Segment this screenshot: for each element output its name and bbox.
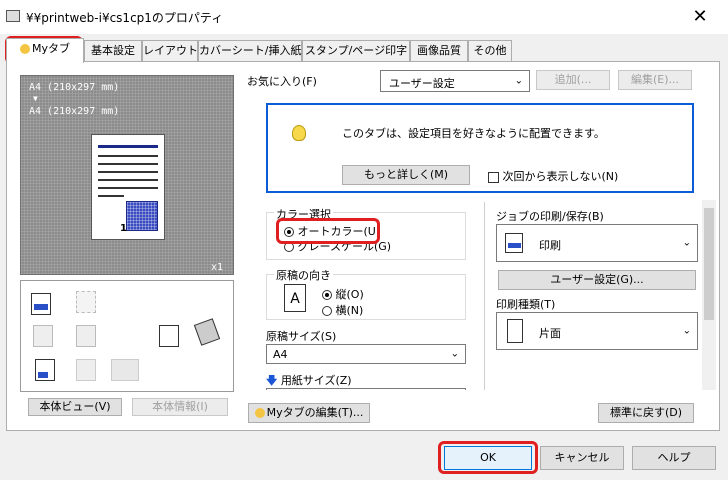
watermark-icon[interactable] (159, 325, 179, 347)
vertical-scrollbar[interactable] (702, 200, 716, 390)
tab-cover[interactable]: カバーシート/挿入紙 (198, 40, 302, 62)
close-icon[interactable]: ✕ (680, 4, 720, 30)
document-icon[interactable] (35, 359, 55, 381)
tab-image-quality[interactable]: 画像品質 (410, 40, 468, 62)
chevron-down-icon: ⌄ (682, 237, 691, 249)
arrow-down-icon: ▼ (33, 94, 38, 103)
image-block (126, 201, 158, 231)
info-message: このタブは、設定項目を好きなように配置できます。 (342, 127, 605, 140)
chevron-down-icon: ⌄ (514, 75, 523, 87)
print-preview: A4 (210x297 mm) ▼ A4 (210x297 mm) 1 x1 (20, 75, 234, 275)
printer-info-button: 本体情報(I) (132, 398, 228, 416)
tab-stamp[interactable]: スタンプ/ページ印字 (302, 40, 410, 62)
info-box: このタブは、設定項目を好きなように配置できます。 もっと詳しく(M) 次回から表… (266, 103, 694, 193)
page-number: 1 (120, 223, 127, 234)
job-label: ジョブの印刷/保存(B) (496, 210, 604, 223)
portrait-icon: A (284, 284, 306, 312)
window-title: ¥¥printweb-i¥cs1cp1のプロパティ (26, 11, 224, 25)
print-job-icon (505, 233, 523, 253)
restore-default-button[interactable]: 標準に戻す(D) (598, 403, 694, 423)
stapler-icon[interactable] (193, 318, 221, 346)
print-job-icon[interactable] (31, 293, 51, 315)
radio-selected-icon (322, 290, 332, 300)
users-icon[interactable] (111, 359, 139, 381)
favorites-select[interactable]: ユーザー設定 ⌄ (380, 70, 530, 92)
booklet-icon[interactable] (76, 291, 96, 313)
orientation-label: 原稿の向き (274, 267, 333, 283)
user-settings-button[interactable]: ユーザー設定(G)... (498, 270, 696, 290)
checkbox-icon (488, 171, 499, 183)
original-size-select[interactable]: A4 ⌄ (266, 344, 466, 364)
multipage-icon[interactable] (33, 325, 53, 347)
landscape-radio[interactable]: 横(N) (322, 302, 363, 318)
auto-color-highlight (276, 218, 380, 244)
job-select[interactable]: 印刷 ⌄ (496, 224, 698, 262)
tab-mytab[interactable]: Myタブ (6, 38, 84, 63)
hide-next-time-checkbox[interactable]: 次回から表示しない(N) (488, 168, 618, 184)
tab-bar: Myタブ 基本設定 レイアウト カバーシート/挿入紙 スタンプ/ページ印字 画像… (4, 38, 724, 63)
edit-mytab-button[interactable]: Myタブの編集(T)... (248, 403, 370, 423)
tab-basic[interactable]: 基本設定 (84, 40, 142, 62)
print-type-select[interactable]: 片面 ⌄ (496, 312, 698, 350)
title-bar: ¥¥printweb-i¥cs1cp1のプロパティ ✕ (0, 0, 728, 34)
single-side-icon (507, 319, 523, 343)
help-button[interactable]: ヘルプ (632, 446, 716, 470)
copies-label: x1 (211, 262, 224, 273)
divider (484, 202, 485, 390)
radio-icon (322, 306, 332, 316)
add-favorite-button: 追加(... (536, 70, 610, 90)
user-icon (19, 44, 30, 54)
user-icon (254, 408, 265, 418)
page-icon[interactable] (76, 325, 96, 347)
print-type-label: 印刷種類(T) (496, 298, 556, 311)
function-icons (20, 280, 234, 392)
edit-favorite-button: 編集(E)... (618, 70, 692, 90)
chevron-down-icon: ⌄ (682, 325, 691, 337)
printer-icon (6, 10, 20, 22)
page-preview: 1 (91, 134, 165, 240)
user-box-icon[interactable] (76, 359, 96, 381)
tab-other[interactable]: その他 (468, 40, 512, 62)
tab-layout[interactable]: レイアウト (142, 40, 198, 62)
scroll-thumb[interactable] (704, 208, 714, 320)
portrait-radio[interactable]: 縦(O) (322, 286, 364, 302)
favorites-label: お気に入り(F) (247, 75, 317, 88)
original-size-label-text: 原稿サイズ(S) (266, 330, 337, 343)
cancel-button[interactable]: キャンセル (540, 446, 624, 470)
lightbulb-icon (292, 125, 306, 141)
chevron-down-icon: ⌄ (450, 348, 459, 360)
more-details-button[interactable]: もっと詳しく(M) (342, 165, 470, 185)
original-size-label: A4 (210x297 mm) (29, 82, 120, 93)
arrow-down-icon: 🡇 (266, 374, 278, 387)
ok-highlight (438, 441, 538, 474)
paper-size-label: A4 (210x297 mm) (29, 106, 120, 117)
printer-view-button[interactable]: 本体ビュー(V) (28, 398, 122, 416)
